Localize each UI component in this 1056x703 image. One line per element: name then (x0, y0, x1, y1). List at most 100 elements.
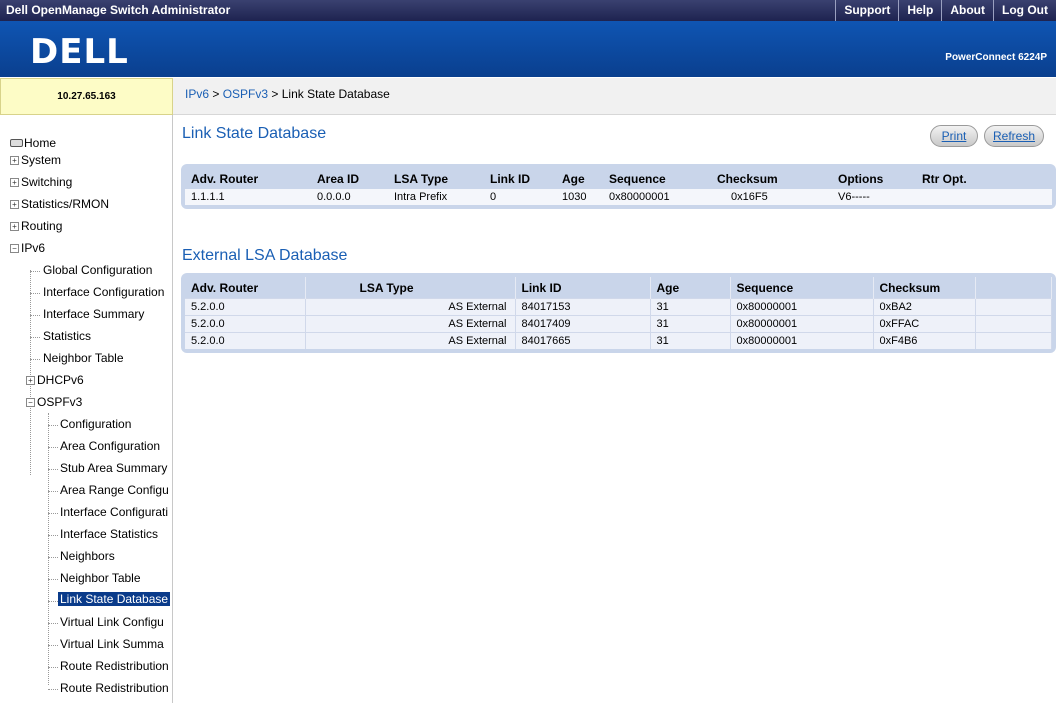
help-link[interactable]: Help (898, 0, 941, 21)
tree-line (48, 535, 58, 536)
sidebar-item-area-configuration[interactable]: Area Configuration (60, 439, 160, 453)
tree-line (30, 315, 40, 316)
table-cell: 5.2.0.0 (185, 332, 306, 349)
page-title: Link State Database (182, 125, 327, 142)
sidebar-item-stub-area-summary[interactable]: Stub Area Summary (60, 461, 167, 475)
column-header: Area ID (317, 172, 360, 186)
sidebar-item-dhcpv6[interactable]: + DHCPv6 (26, 373, 84, 387)
table-header-row: Adv. Router LSA Type Link ID Age Sequenc… (185, 277, 1052, 299)
sidebar-item-switching[interactable]: + Switching (10, 175, 72, 189)
sidebar-nav: Home + System + Switching + Statistics/RMON… (0, 115, 173, 703)
sidebar-item-link-state-database[interactable]: Link State Database (58, 592, 171, 606)
lsdb-table-frame: Adv. Router Area ID LSA Type Link ID Age… (181, 164, 1056, 209)
sidebar-item-virtual-link-configuration[interactable]: Virtual Link Configu (60, 615, 164, 629)
sidebar-item-ipv6[interactable]: − IPv6 (10, 241, 45, 255)
table-cell: V6----- (832, 189, 916, 205)
expand-icon[interactable]: + (26, 376, 35, 385)
sidebar-item-home[interactable]: Home (10, 136, 56, 150)
column-header: Options (838, 172, 884, 186)
sidebar-item-virtual-link-summary[interactable]: Virtual Link Summa (60, 637, 164, 651)
sidebar-item-ospf-configuration[interactable]: Configuration (60, 417, 131, 431)
sidebar-item-statistics-rmon[interactable]: + Statistics/RMON (10, 197, 109, 211)
expand-icon[interactable]: + (10, 222, 19, 231)
tree-line (48, 579, 58, 580)
column-header: Adv. Router (185, 277, 306, 299)
table-cell: 0.0.0.0 (311, 189, 388, 205)
tree-line (48, 601, 58, 602)
table-cell: 84017665 (515, 332, 651, 349)
print-button[interactable]: Print (930, 125, 978, 147)
sidebar-item-system[interactable]: + System (10, 153, 61, 167)
support-link[interactable]: Support (835, 0, 898, 21)
tree-line (48, 469, 58, 470)
column-header: Link ID (490, 172, 531, 186)
sidebar-item-route-redistribution-1[interactable]: Route Redistribution (60, 659, 169, 673)
table-row: 5.2.0.0 AS External 84017409 31 0x800000… (185, 315, 1052, 333)
expand-icon[interactable]: + (10, 156, 19, 165)
column-header: Rtr Opt. (922, 172, 967, 186)
expand-icon[interactable]: + (10, 200, 19, 209)
table-cell: 0x80000001 (603, 189, 711, 205)
logout-link[interactable]: Log Out (993, 0, 1056, 21)
breadcrumb-bar: IPv6 > OSPFv3 > Link State Database (173, 78, 1056, 115)
breadcrumb-current: Link State Database (281, 87, 390, 101)
sidebar-item-label: Statistics/RMON (21, 197, 110, 211)
external-lsdb-table-frame: Adv. Router LSA Type Link ID Age Sequenc… (181, 273, 1056, 353)
sidebar-item-interface-configuration[interactable]: Interface Configuration (43, 285, 164, 299)
sidebar-item-area-range-configuration[interactable]: Area Range Configu (60, 483, 169, 497)
sidebar-item-label: OSPFv3 (37, 395, 83, 409)
dell-logo: DELL (30, 32, 129, 72)
sidebar-item-ospfv3[interactable]: − OSPFv3 (26, 395, 82, 409)
column-header: Checksum (873, 277, 976, 299)
table-cell: 31 (650, 298, 731, 316)
tree-line (48, 491, 58, 492)
tree-line (48, 689, 58, 690)
refresh-button[interactable]: Refresh (984, 125, 1044, 147)
sidebar-item-label: System (21, 153, 62, 167)
sidebar-item-interface-configuration-ospf[interactable]: Interface Configurati (60, 505, 168, 519)
sidebar-item-route-redistribution-2[interactable]: Route Redistribution (60, 681, 169, 695)
sidebar-item-neighbors[interactable]: Neighbors (60, 549, 115, 563)
table-cell (975, 332, 1052, 349)
table-cell: 0xBA2 (873, 298, 976, 316)
sidebar-item-label: Home (24, 136, 57, 150)
app-title: Dell OpenManage Switch Administrator (6, 3, 231, 17)
sidebar-item-interface-summary[interactable]: Interface Summary (43, 307, 144, 321)
external-lsa-title: External LSA Database (182, 247, 348, 264)
sidebar-item-neighbor-table[interactable]: Neighbor Table (43, 351, 124, 365)
home-icon (10, 139, 23, 147)
breadcrumb-ospfv3[interactable]: OSPFv3 (223, 87, 268, 101)
sidebar-item-ospf-neighbor-table[interactable]: Neighbor Table (60, 571, 141, 585)
tree-line (48, 645, 58, 646)
tree-line (48, 447, 58, 448)
lsdb-table: Adv. Router Area ID LSA Type Link ID Age… (185, 168, 1052, 205)
table-row: 5.2.0.0 AS External 84017153 31 0x800000… (185, 298, 1052, 316)
device-model: PowerConnect 6224P (945, 52, 1047, 63)
sidebar-item-statistics[interactable]: Statistics (43, 329, 91, 343)
table-cell: AS External (305, 298, 516, 316)
column-header: Sequence (609, 172, 666, 186)
main-content: Link State Database Print Refresh Adv. R… (173, 115, 1056, 703)
table-header-row: Adv. Router Area ID LSA Type Link ID Age… (185, 168, 1052, 189)
sidebar-item-label: IPv6 (21, 241, 46, 255)
expand-icon[interactable]: + (10, 178, 19, 187)
table-cell: 0x80000001 (730, 298, 874, 316)
collapse-icon[interactable]: − (26, 398, 35, 407)
tree-line (30, 337, 40, 338)
sidebar-item-interface-statistics[interactable]: Interface Statistics (60, 527, 158, 541)
title-bar: Dell OpenManage Switch Administrator Sup… (0, 0, 1056, 21)
table-cell: AS External (305, 315, 516, 333)
device-ip: 10.27.65.163 (0, 78, 173, 115)
tree-line (48, 623, 58, 624)
breadcrumb-separator: > (268, 87, 282, 101)
collapse-icon[interactable]: − (10, 244, 19, 253)
sidebar-item-global-configuration[interactable]: Global Configuration (43, 263, 152, 277)
column-header: Sequence (730, 277, 874, 299)
breadcrumb-ipv6[interactable]: IPv6 (185, 87, 209, 101)
column-header: LSA Type (394, 172, 449, 186)
tree-line (48, 557, 58, 558)
column-header: Age (650, 277, 731, 299)
sidebar-item-routing[interactable]: + Routing (10, 219, 62, 233)
about-link[interactable]: About (941, 0, 993, 21)
table-cell: 84017409 (515, 315, 651, 333)
